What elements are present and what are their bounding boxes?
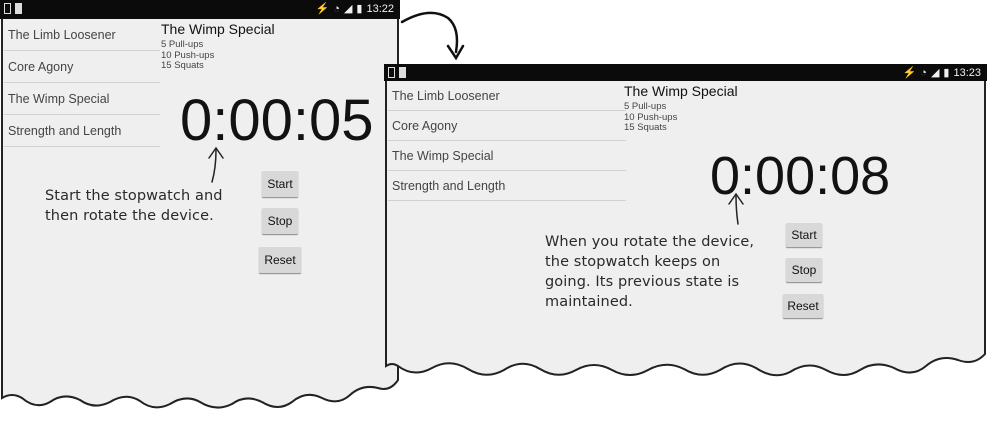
workout-detail: The Wimp Special 5 Pull-ups 10 Push-ups … [161, 21, 275, 72]
no-sound-icon: ⚡ [315, 3, 330, 15]
list-item[interactable]: Strength and Length [4, 115, 160, 147]
list-item[interactable]: Strength and Length [388, 171, 626, 201]
sim-icon [388, 67, 395, 78]
start-button[interactable]: Start [786, 223, 822, 247]
list-item[interactable]: Core Agony [388, 111, 626, 141]
wifi-icon: ◔ [333, 3, 340, 15]
list-item[interactable]: The Limb Loosener [388, 81, 626, 111]
notification-icon [399, 67, 406, 78]
stopwatch-time: 0:00:05 [180, 88, 374, 153]
rotate-arrow [400, 11, 465, 61]
start-button[interactable]: Start [262, 171, 298, 197]
workout-description: 5 Pull-ups 10 Push-ups 15 Squats [161, 39, 215, 71]
annotation-right: When you rotate the device, the stopwatc… [545, 234, 755, 310]
sim-icon [4, 3, 11, 14]
list-item[interactable]: The Limb Loosener [4, 19, 160, 51]
stop-button[interactable]: Stop [786, 258, 822, 282]
landscape-device: ⚡ ◔ ◢ ▮ 13:23 The Limb Loosener Core Agony T… [384, 64, 987, 382]
list-item[interactable]: The Wimp Special [388, 141, 626, 171]
reset-button[interactable]: Reset [783, 294, 823, 318]
signal-icon: ◢ [930, 67, 940, 79]
annotation-left: Start the stopwatch and then rotate the … [45, 188, 223, 224]
workout-list: The Limb Loosener Core Agony The Wimp Sp… [388, 81, 626, 201]
reset-button[interactable]: Reset [259, 247, 301, 273]
workout-detail: The Wimp Special 5 Pull-ups 10 Push-ups … [624, 83, 738, 134]
workout-description: 5 Pull-ups 10 Push-ups 15 Squats [624, 101, 678, 133]
stopwatch-time: 0:00:08 [710, 146, 891, 206]
wifi-icon: ◔ [920, 67, 927, 79]
battery-icon: ▮ [943, 67, 950, 79]
stop-button[interactable]: Stop [262, 208, 298, 234]
notification-icon [15, 3, 22, 14]
no-sound-icon: ⚡ [902, 67, 917, 79]
status-bar: ⚡ ◔ ◢ ▮ 13:23 [384, 64, 987, 81]
list-item[interactable]: Core Agony [4, 51, 160, 83]
workout-title: The Wimp Special [624, 83, 738, 99]
status-time: 13:22 [366, 3, 394, 15]
battery-icon: ▮ [356, 3, 363, 15]
status-bar: ⚡ ◔ ◢ ▮ 13:22 [0, 0, 400, 19]
status-time: 13:23 [953, 67, 981, 79]
list-item[interactable]: The Wimp Special [4, 83, 160, 115]
workout-list: The Limb Loosener Core Agony The Wimp Sp… [4, 19, 160, 147]
signal-icon: ◢ [343, 3, 353, 15]
workout-title: The Wimp Special [161, 21, 275, 37]
